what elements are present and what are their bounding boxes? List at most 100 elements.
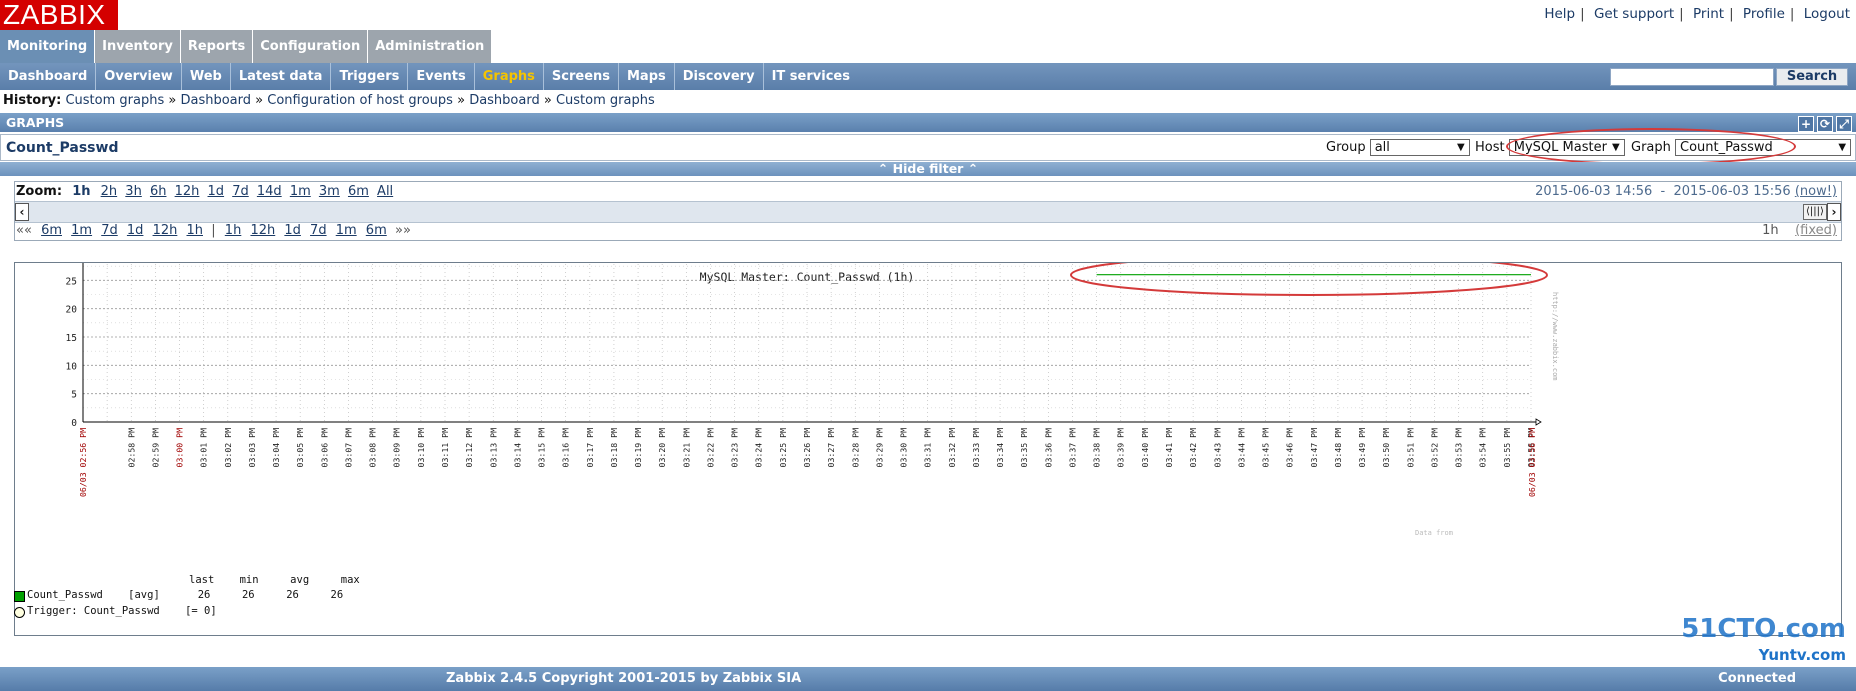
history-item[interactable]: Dashboard <box>469 93 540 108</box>
period-now-link[interactable]: (now!) <box>1795 184 1837 199</box>
submenu-graphs[interactable]: Graphs <box>475 63 544 90</box>
zoom-option[interactable]: 7d <box>232 184 249 199</box>
nav-back[interactable]: 1m <box>71 223 92 238</box>
zoom-option-active[interactable]: 1h <box>72 184 90 199</box>
zoom-panel: Zoom: 1h 2h 3h 6h 12h 1d 7d 14d 1m 3m 6m… <box>14 181 1842 241</box>
menu-configuration[interactable]: Configuration <box>253 30 368 63</box>
zoom-option[interactable]: 14d <box>257 184 282 199</box>
breadcrumb: History: Custom graphs » Dashboard » Con… <box>3 93 655 108</box>
x-tick-label: 03:22 PM <box>705 428 715 468</box>
submenu-events[interactable]: Events <box>408 63 475 90</box>
x-tick-label: 03:14 PM <box>512 428 522 468</box>
x-tick-label: 03:47 PM <box>1309 428 1319 468</box>
nav-back[interactable]: 1h <box>186 223 203 238</box>
scroll-left-arrow-icon[interactable]: ‹ <box>15 203 29 221</box>
nav-fwd[interactable]: 1d <box>284 223 301 238</box>
fullscreen-icon[interactable]: ⤢ <box>1836 116 1852 132</box>
menu-administration[interactable]: Administration <box>368 30 492 63</box>
nav-fwd[interactable]: 7d <box>310 223 327 238</box>
x-tick-label: 03:25 PM <box>778 428 788 468</box>
timeline-scrollbar[interactable]: ‹ ⟨|||⟩ › <box>15 201 1841 223</box>
x-end-label: 06/03 03:56 PM <box>1527 428 1537 497</box>
history-item[interactable]: Configuration of host groups <box>267 93 453 108</box>
zoom-option[interactable]: All <box>377 184 393 199</box>
y-tick-label: 25 <box>66 276 77 287</box>
submenu-maps[interactable]: Maps <box>619 63 675 90</box>
x-tick-label: 03:53 PM <box>1454 428 1464 468</box>
refresh-icon[interactable]: ⟳ <box>1817 116 1833 132</box>
logout-link[interactable]: Logout <box>1804 6 1850 22</box>
nav-fwd[interactable]: 6m <box>366 223 387 238</box>
submenu-web[interactable]: Web <box>182 63 231 90</box>
x-tick-label: 03:36 PM <box>1043 428 1053 468</box>
annotation-oval <box>1506 128 1796 165</box>
fixed-toggle[interactable]: (fixed) <box>1795 223 1837 238</box>
submenu-screens[interactable]: Screens <box>544 63 619 90</box>
zoom-option[interactable]: 3h <box>125 184 142 199</box>
zabbix-logo[interactable]: ZABBIX <box>0 0 118 30</box>
get-support-link[interactable]: Get support <box>1594 6 1674 22</box>
hide-filter-toggle[interactable]: ⌃ Hide filter ⌃ <box>0 162 1856 176</box>
scroll-right-arrow-icon[interactable]: › <box>1827 203 1841 221</box>
submenu-it-services[interactable]: IT services <box>764 63 858 90</box>
x-tick-label: 03:42 PM <box>1188 428 1198 468</box>
zoom-option[interactable]: 12h <box>175 184 200 199</box>
x-tick-label: 03:38 PM <box>1092 428 1102 468</box>
legend-item: Count_Passwd [avg] 26 26 26 26 <box>27 589 344 601</box>
series-color-swatch <box>14 591 25 602</box>
x-tick-label: 03:19 PM <box>633 428 643 468</box>
nav-fwd[interactable]: 1m <box>336 223 357 238</box>
x-tick-label: 03:20 PM <box>657 428 667 468</box>
x-tick-label: 02:59 PM <box>150 428 160 468</box>
x-tick-label: 03:45 PM <box>1261 428 1271 468</box>
group-select[interactable]: all ▼ <box>1369 139 1470 156</box>
help-link[interactable]: Help <box>1544 6 1575 22</box>
zoom-option[interactable]: 1d <box>208 184 225 199</box>
history-item[interactable]: Custom graphs <box>556 93 655 108</box>
menu-reports[interactable]: Reports <box>180 30 253 63</box>
data-from-text: Data from <box>1415 529 1453 537</box>
x-tick-label: 03:34 PM <box>995 428 1005 468</box>
search-button[interactable]: Search <box>1776 68 1848 86</box>
x-tick-label: 03:28 PM <box>850 428 860 468</box>
trigger-swatch <box>14 607 25 618</box>
zoom-option[interactable]: 1m <box>290 184 311 199</box>
add-favourite-icon[interactable]: + <box>1798 116 1814 132</box>
group-filter: Group all ▼ <box>1326 139 1470 156</box>
search-input[interactable] <box>1610 68 1774 86</box>
period-nav-row: «« 6m 1m 7d 1d 12h 1h | 1h 12h 1d 7d 1m … <box>16 223 411 238</box>
top-links: Help | Get support | Print | Profile | Logou… <box>1544 6 1850 22</box>
x-tick-label: 03:04 PM <box>271 428 281 468</box>
nav-back[interactable]: 6m <box>41 223 62 238</box>
menu-inventory[interactable]: Inventory <box>95 30 180 63</box>
x-tick-label: 03:10 PM <box>416 428 426 468</box>
zoom-option[interactable]: 3m <box>319 184 340 199</box>
profile-link[interactable]: Profile <box>1743 6 1785 22</box>
submenu-overview[interactable]: Overview <box>96 63 182 90</box>
zoom-option[interactable]: 6h <box>150 184 167 199</box>
submenu-dashboard[interactable]: Dashboard <box>0 63 97 90</box>
x-tick-label: 03:35 PM <box>1019 428 1029 468</box>
history-item[interactable]: Dashboard <box>180 93 251 108</box>
group-label: Group <box>1326 140 1366 155</box>
nav-fwd[interactable]: 1h <box>225 223 242 238</box>
x-tick-label: 03:01 PM <box>199 428 209 468</box>
x-tick-label: 03:02 PM <box>223 428 233 468</box>
submenu-discovery[interactable]: Discovery <box>675 63 764 90</box>
history-item[interactable]: Custom graphs <box>65 93 164 108</box>
scroll-thumb[interactable]: ⟨|||⟩ <box>1803 204 1827 220</box>
nav-back[interactable]: 7d <box>101 223 118 238</box>
nav-back[interactable]: 1d <box>127 223 144 238</box>
zoom-option[interactable]: 6m <box>348 184 369 199</box>
menu-monitoring[interactable]: Monitoring <box>0 30 95 63</box>
submenu-latest-data[interactable]: Latest data <box>231 63 332 90</box>
print-link[interactable]: Print <box>1693 6 1724 22</box>
section-title: GRAPHS <box>6 115 65 130</box>
x-tick-label: 03:08 PM <box>368 428 378 468</box>
submenu-triggers[interactable]: Triggers <box>331 63 409 90</box>
period-length: 1h (fixed) <box>1762 223 1837 238</box>
nav-fwd[interactable]: 12h <box>250 223 275 238</box>
watermark-logo: 51CTO.com <box>1681 614 1846 644</box>
zoom-option[interactable]: 2h <box>101 184 118 199</box>
nav-back[interactable]: 12h <box>153 223 178 238</box>
